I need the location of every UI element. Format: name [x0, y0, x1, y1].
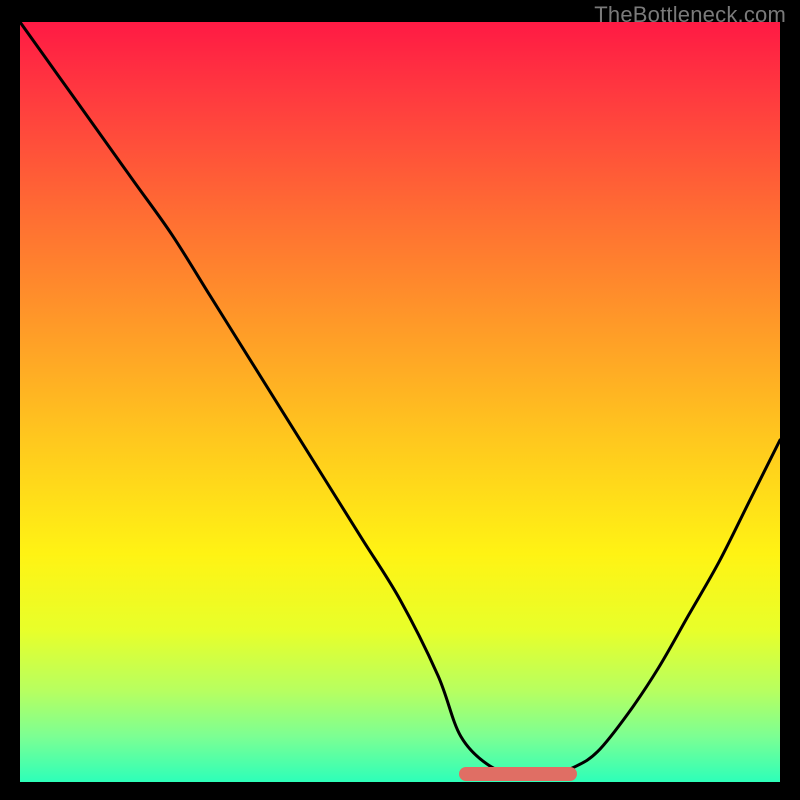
bottleneck-curve — [20, 22, 780, 782]
watermark-text: TheBottleneck.com — [594, 2, 786, 28]
plot-area — [20, 22, 780, 782]
plateau-marker — [459, 767, 577, 781]
chart-frame: TheBottleneck.com — [0, 0, 800, 800]
